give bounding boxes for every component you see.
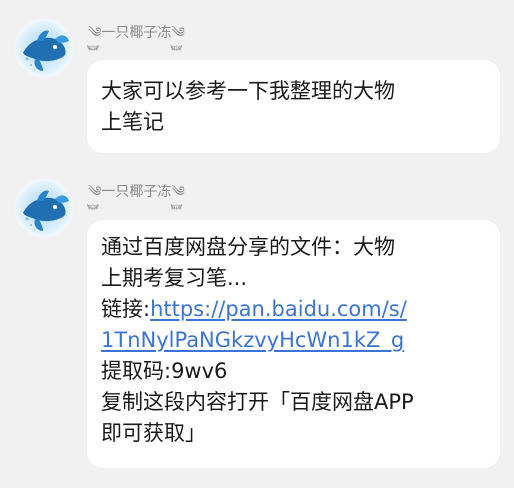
message-text: 上笔记 [101, 110, 164, 134]
message-bubble[interactable]: 通过百度网盘分享的文件：大物 上期考复习笔... 链接:https://pan.… [87, 220, 500, 468]
share-link[interactable]: 1TnNylPaNGkzvyHcWn1kZ_g [101, 328, 404, 352]
share-link-row: 链接:https://pan.baidu.com/s/ [101, 294, 486, 325]
avatar[interactable] [15, 179, 73, 237]
share-instruction: 复制这段内容打开「百度网盘APP [101, 390, 414, 414]
avatar[interactable] [15, 19, 73, 77]
blue-fish-avatar-icon [15, 179, 73, 237]
share-link-row: 1TnNylPaNGkzvyHcWn1kZ_g [101, 325, 486, 356]
message-bubble[interactable]: 大家可以参考一下我整理的大物 上笔记 [87, 60, 500, 153]
blue-fish-avatar-icon [15, 19, 73, 77]
message-text: 大家可以参考一下我整理的大物 [101, 79, 395, 103]
share-instruction: 即可获取」 [101, 421, 206, 445]
share-title: 通过百度网盘分享的文件：大物 [101, 235, 395, 259]
share-link[interactable]: https://pan.baidu.com/s/ [150, 297, 407, 321]
link-label: 链接: [101, 297, 151, 321]
sender-name: ༄࿆一只椰子冻༄࿆ [88, 25, 185, 41]
share-title: 上期考复习笔... [101, 266, 248, 290]
extraction-code: 提取码:9wv6 [101, 359, 228, 383]
sender-name: ༄࿆一只椰子冻༄࿆ [88, 184, 185, 200]
